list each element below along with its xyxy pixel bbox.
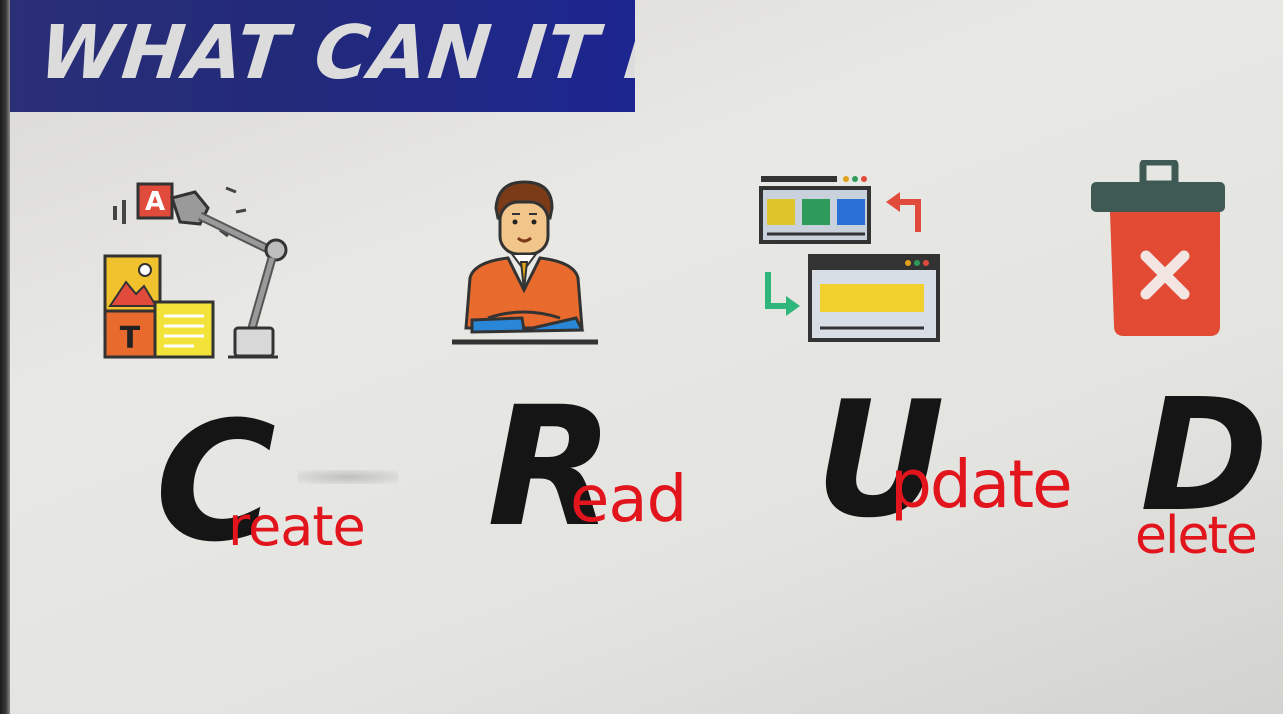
browser-windows-update-icon [758, 172, 943, 347]
handwritten-pdate: pdate [890, 446, 1073, 523]
handwritten-reate: reate [228, 495, 366, 558]
person-reading-icon [452, 178, 602, 348]
slide-title: WHAT CAN IT DO? [35, 10, 635, 96]
svg-text:T: T [120, 321, 141, 356]
robot-arm-create-icon: A T [100, 178, 295, 363]
smudge-mark [298, 470, 398, 484]
monitor-bezel [0, 0, 10, 714]
handwritten-elete: elete [1135, 506, 1258, 566]
handwritten-ead: ead [570, 463, 687, 537]
trash-bin-delete-icon [1088, 158, 1228, 340]
svg-text:A: A [145, 187, 165, 217]
title-banner: WHAT CAN IT DO? [10, 0, 635, 112]
